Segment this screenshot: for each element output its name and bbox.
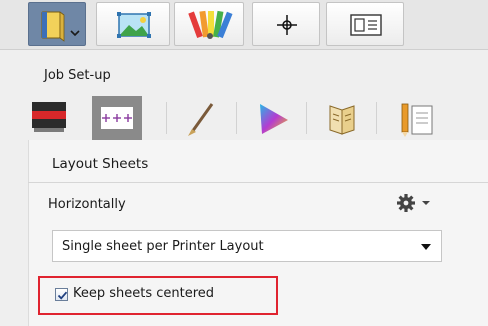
printer-stack-tab[interactable] — [28, 96, 74, 140]
pencil-document-tab[interactable] — [392, 96, 438, 140]
image-button[interactable] — [96, 2, 170, 46]
chevron-down-icon — [70, 30, 80, 37]
book-menu-button[interactable] — [28, 2, 86, 46]
crosshair-icon — [277, 15, 297, 35]
checkmark-icon — [57, 291, 68, 300]
book-pages-tab[interactable] — [320, 96, 366, 140]
category-separator — [376, 102, 377, 134]
chevron-down-icon — [422, 201, 430, 205]
category-separator — [236, 102, 237, 134]
layout-view-icon — [350, 14, 382, 36]
keep-centered-label[interactable]: Keep sheets centered — [73, 286, 214, 301]
printer-stack-icon — [32, 102, 66, 132]
top-toolbar — [0, 0, 488, 50]
layout-mode-select[interactable]: Single sheet per Printer Layout — [52, 230, 442, 262]
gear-menu-button[interactable] — [394, 192, 438, 214]
book-icon — [41, 11, 80, 42]
brush-icon — [188, 103, 214, 136]
panel-title: Layout Sheets — [52, 156, 149, 172]
job-setup-label: Job Set-up — [44, 68, 111, 83]
crosshair-button[interactable] — [252, 2, 320, 46]
image-icon — [117, 12, 151, 38]
color-gamut-icon — [260, 104, 288, 134]
color-swatches-icon — [188, 10, 233, 39]
select-value: Single sheet per Printer Layout — [62, 239, 264, 254]
horizontally-label: Horizontally — [48, 197, 126, 212]
book-pages-icon — [329, 105, 355, 135]
category-separator — [306, 102, 307, 134]
gear-icon — [397, 194, 430, 212]
category-separator — [166, 102, 167, 134]
panel-divider — [28, 182, 488, 183]
layout-grid-tab[interactable] — [92, 96, 142, 140]
pencil-document-icon — [401, 103, 433, 137]
layout-grid-icon — [101, 107, 133, 129]
keep-centered-checkbox[interactable] — [55, 288, 68, 301]
category-toolbar — [0, 96, 488, 140]
color-gamut-tab[interactable] — [250, 96, 296, 140]
dropdown-arrow-icon — [421, 244, 431, 250]
brush-tab[interactable] — [178, 96, 224, 140]
color-swatches-button[interactable] — [174, 2, 244, 46]
layout-view-button[interactable] — [326, 2, 404, 46]
